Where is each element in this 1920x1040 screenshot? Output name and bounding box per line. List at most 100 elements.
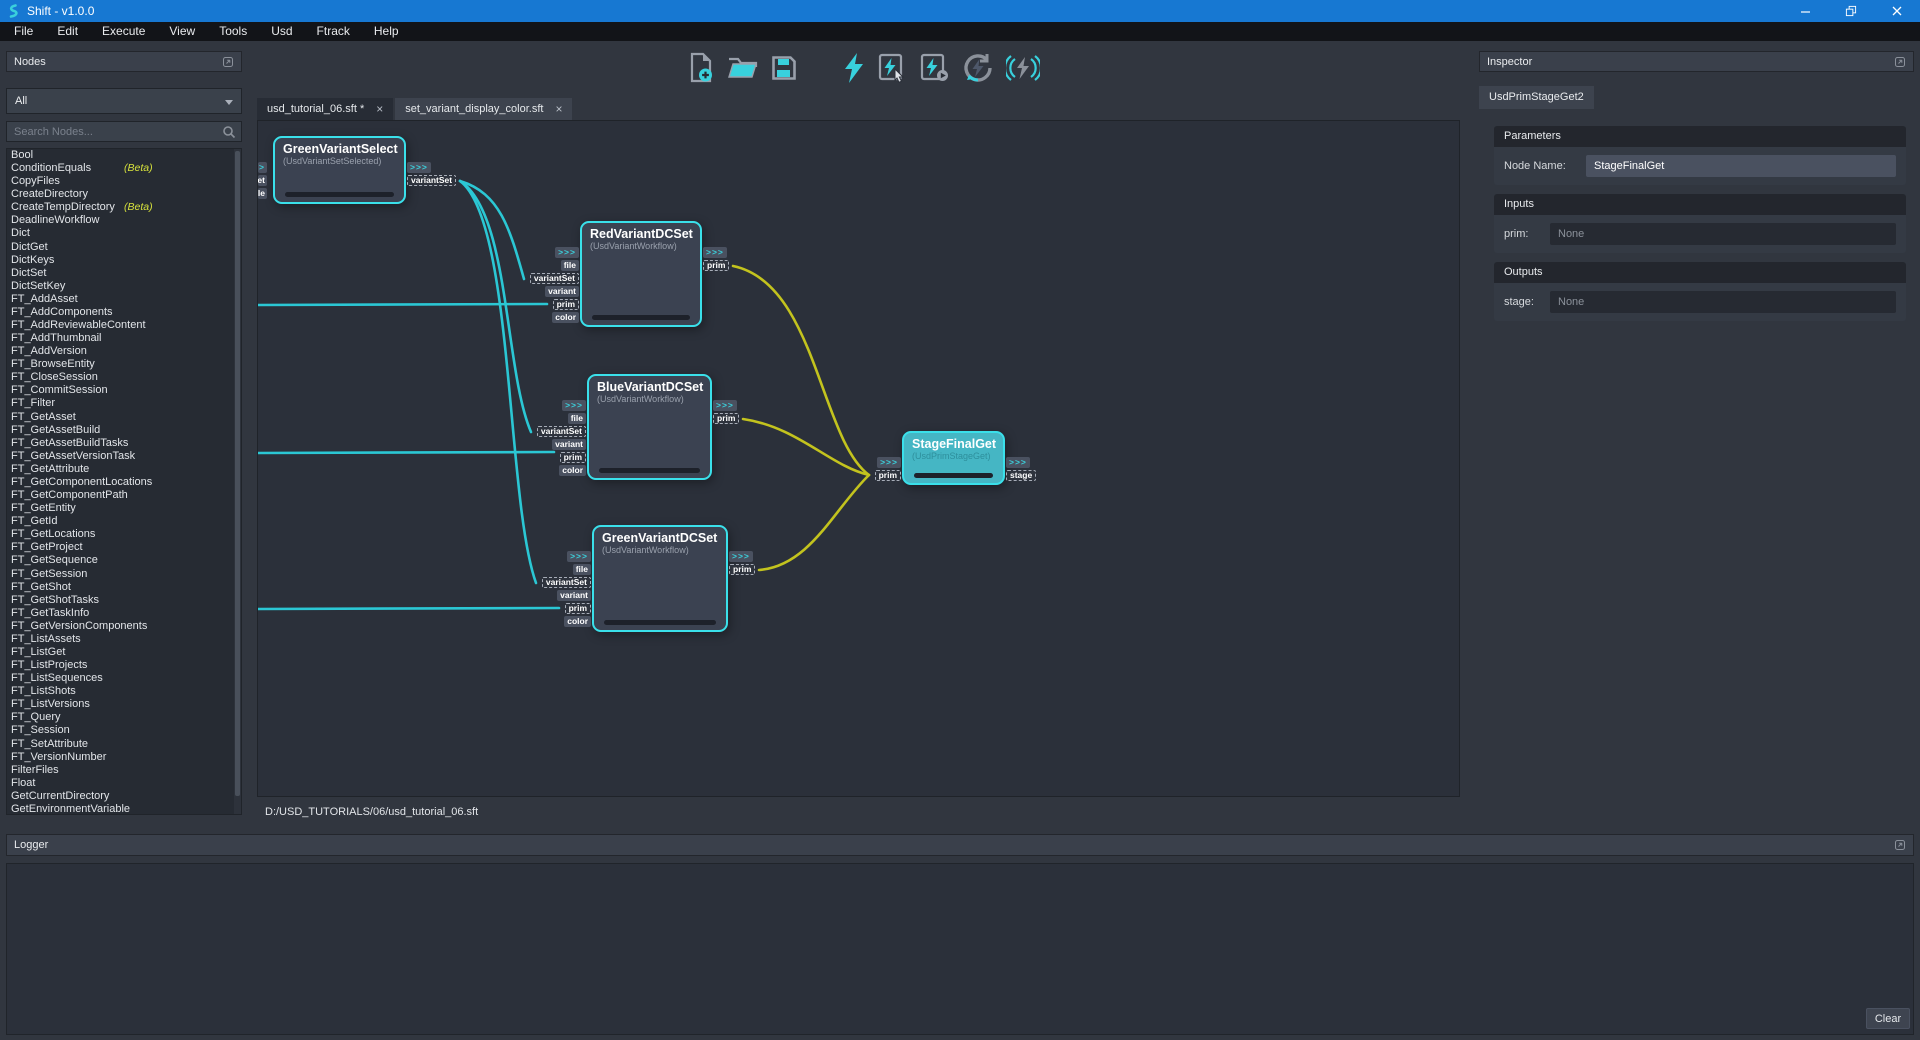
list-item[interactable]: DictSetKey [7, 280, 241, 293]
list-item[interactable]: Bool [7, 149, 241, 162]
list-item[interactable]: FT_BrowseEntity [7, 358, 241, 371]
port-color[interactable]: color [552, 312, 579, 323]
port-prim[interactable]: prim [565, 603, 591, 614]
list-item[interactable]: DictGet [7, 241, 241, 254]
editor-tab[interactable]: set_variant_display_color.sft× [395, 98, 572, 120]
exec-port[interactable]: >>> [713, 400, 737, 411]
list-item[interactable]: FT_GetShot [7, 581, 241, 594]
minimize-button[interactable] [1782, 0, 1828, 22]
graph-edge[interactable] [258, 452, 554, 453]
list-item[interactable]: FT_GetTaskInfo [7, 607, 241, 620]
close-button[interactable] [1874, 0, 1920, 22]
list-item[interactable]: ConditionEquals(Beta) [7, 162, 241, 175]
execute-button[interactable] [842, 52, 866, 89]
port-variant[interactable]: variant [557, 590, 591, 601]
clipped-port-file[interactable]: file [258, 188, 267, 199]
menu-item-execute[interactable]: Execute [90, 22, 157, 41]
list-item[interactable]: FT_AddThumbnail [7, 332, 241, 345]
list-item[interactable]: FT_GetId [7, 515, 241, 528]
exec-port[interactable]: >>> [555, 247, 579, 258]
list-item[interactable]: FT_GetAssetVersionTask [7, 450, 241, 463]
menu-item-ftrack[interactable]: Ftrack [305, 22, 362, 41]
list-item[interactable]: Float [7, 777, 241, 790]
graph-edge[interactable] [460, 181, 531, 432]
list-item[interactable]: FT_GetAssetBuildTasks [7, 437, 241, 450]
list-item[interactable]: FT_GetLocations [7, 528, 241, 541]
list-item[interactable]: FilterFiles [7, 764, 241, 777]
list-item[interactable]: GetCurrentDirectory [7, 790, 241, 803]
list-item[interactable]: CreateDirectory [7, 188, 241, 201]
port-variant[interactable]: variant [552, 439, 586, 450]
port-prim[interactable]: prim [875, 470, 901, 481]
exec-port[interactable]: >>> [877, 457, 901, 468]
list-item[interactable]: GetEnvironmentVariable [7, 803, 241, 815]
list-item[interactable]: CreateTempDirectory(Beta) [7, 201, 241, 214]
graph-node-blue-variant-dcset[interactable]: BlueVariantDCSet(UsdVariantWorkflow)>>>f… [587, 374, 712, 480]
node-filter-dropdown[interactable]: All [6, 88, 242, 114]
port-variant[interactable]: variant [545, 286, 579, 297]
scrollbar-thumb[interactable] [235, 151, 240, 796]
list-item[interactable]: FT_ListAssets [7, 633, 241, 646]
port-prim[interactable]: prim [703, 260, 729, 271]
port-variantSet[interactable]: variantSet [530, 273, 579, 284]
list-item[interactable]: FT_ListShots [7, 685, 241, 698]
menu-item-help[interactable]: Help [362, 22, 411, 41]
list-item[interactable]: FT_CloseSession [7, 371, 241, 384]
live-execute-button[interactable] [1006, 52, 1040, 89]
exec-port[interactable]: >>> [407, 162, 431, 173]
popout-icon[interactable] [1894, 839, 1906, 851]
list-item[interactable]: DictKeys [7, 254, 241, 267]
port-prim[interactable]: prim [713, 413, 739, 424]
list-item[interactable]: Dict [7, 227, 241, 240]
tab-close-icon[interactable]: × [555, 103, 562, 115]
graph-edge[interactable] [258, 304, 547, 305]
menu-item-usd[interactable]: Usd [259, 22, 304, 41]
list-item[interactable]: FT_Query [7, 711, 241, 724]
exec-port[interactable]: >>> [703, 247, 727, 258]
list-item[interactable]: FT_ListVersions [7, 698, 241, 711]
execute-selected-button[interactable] [878, 52, 908, 89]
list-item[interactable]: FT_GetEntity [7, 502, 241, 515]
exec-port[interactable]: >>> [729, 551, 753, 562]
list-item[interactable]: FT_VersionNumber [7, 751, 241, 764]
list-item[interactable]: FT_AddReviewableContent [7, 319, 241, 332]
port-file[interactable]: file [573, 564, 591, 575]
list-item[interactable]: FT_GetComponentLocations [7, 476, 241, 489]
inspector-node-tab[interactable]: UsdPrimStageGet2 [1479, 86, 1594, 109]
clipped-port-variantSet[interactable]: variantSet [258, 175, 267, 186]
search-input[interactable] [7, 123, 241, 142]
graph-edge[interactable] [759, 475, 869, 570]
list-item[interactable]: FT_AddAsset [7, 293, 241, 306]
graph-node-stage-final-get[interactable]: StageFinalGet(UsdPrimStageGet)>>>prim>>>… [902, 431, 1005, 485]
menu-item-tools[interactable]: Tools [207, 22, 259, 41]
list-item[interactable]: FT_GetComponentPath [7, 489, 241, 502]
port-prim[interactable]: prim [553, 299, 579, 310]
parameter-field-node-name[interactable]: StageFinalGet [1586, 155, 1896, 177]
clipped-port->>>[interactable]: >>> [258, 162, 267, 173]
list-item[interactable]: FT_CommitSession [7, 384, 241, 397]
list-item[interactable]: FT_GetVersionComponents [7, 620, 241, 633]
parameter-field-prim[interactable]: None [1550, 223, 1896, 245]
menu-item-edit[interactable]: Edit [45, 22, 90, 41]
list-item[interactable]: FT_ListGet [7, 646, 241, 659]
list-item[interactable]: FT_Session [7, 724, 241, 737]
port-variantSet[interactable]: variantSet [537, 426, 586, 437]
popout-icon[interactable] [1894, 56, 1906, 68]
restore-button[interactable] [1828, 0, 1874, 22]
parameter-field-stage[interactable]: None [1550, 291, 1896, 313]
graph-edge[interactable] [258, 608, 559, 609]
list-item[interactable]: FT_GetAttribute [7, 463, 241, 476]
list-item[interactable]: FT_AddComponents [7, 306, 241, 319]
port-file[interactable]: file [561, 260, 579, 271]
list-item[interactable]: CopyFiles [7, 175, 241, 188]
scrollbar-track[interactable] [234, 149, 241, 814]
list-item[interactable]: FT_GetProject [7, 541, 241, 554]
graph-edge[interactable] [733, 266, 869, 475]
port-color[interactable]: color [564, 616, 591, 627]
exec-port[interactable]: >>> [1006, 457, 1030, 468]
open-file-button[interactable] [727, 54, 758, 86]
tab-close-icon[interactable]: × [376, 103, 383, 115]
port-stage[interactable]: stage [1006, 470, 1036, 481]
list-item[interactable]: FT_GetAsset [7, 411, 241, 424]
list-item[interactable]: DictSet [7, 267, 241, 280]
